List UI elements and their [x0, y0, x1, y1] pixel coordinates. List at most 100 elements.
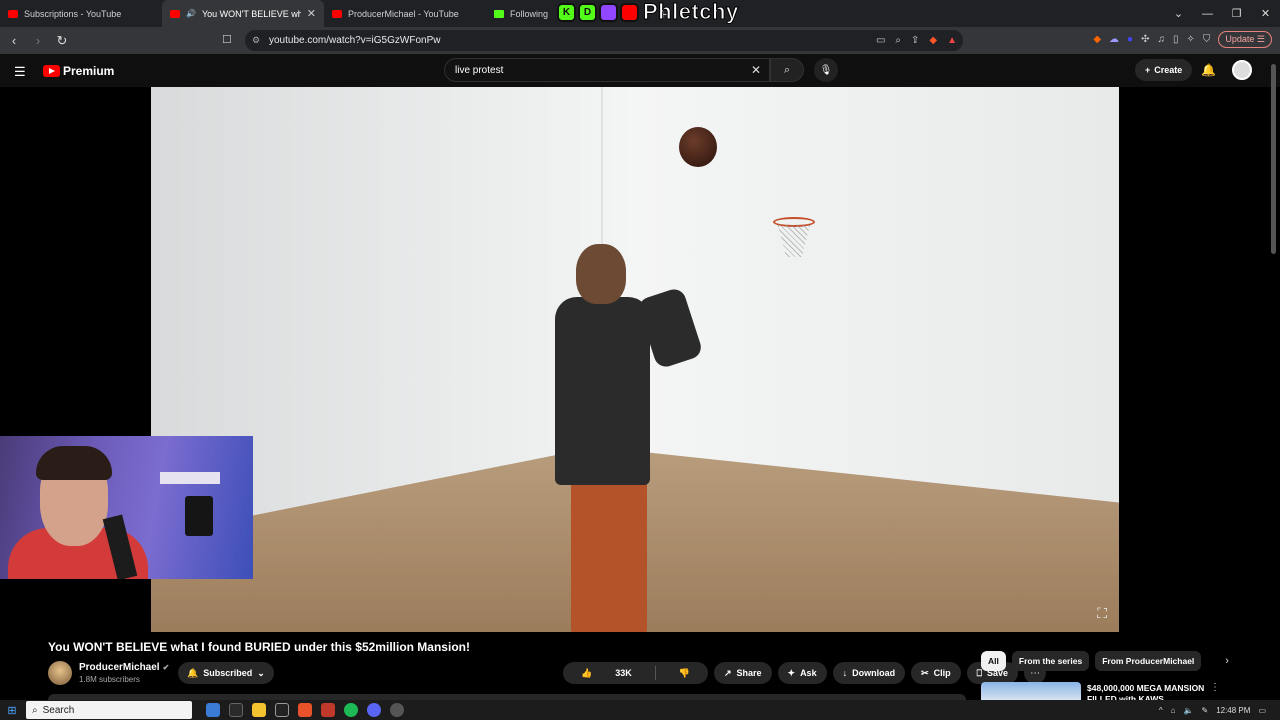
kick-icon [494, 9, 504, 18]
zoom-icon[interactable]: ⌕ [895, 35, 901, 46]
leo-ai-icon[interactable]: ✧ [1187, 34, 1195, 45]
spotify-icon[interactable] [344, 703, 358, 717]
recommendation-title[interactable]: $48,000,000 MEGA MANSION FILLED with KAW… [1087, 683, 1207, 700]
extensions-bar: ◆ ☁ ● ✣ ♫ ▯ ✧ ⛉ Update ☰ [1093, 31, 1272, 48]
browser-toolbar: ‹ › ↻ ☐ ⚙ youtube.com/watch?v=iG5GzWFonP… [0, 27, 1280, 54]
obs-icon[interactable] [321, 703, 335, 717]
page-scrollbar[interactable] [1271, 64, 1276, 254]
discord-icon[interactable] [367, 703, 381, 717]
webcam-speaker [185, 496, 213, 536]
file-explorer-icon[interactable] [252, 703, 266, 717]
scissors-icon: ✂ [921, 667, 929, 678]
channel-name-row[interactable]: ProducerMichael ✔ [79, 662, 169, 673]
clock-time[interactable]: 12:48 PM [1216, 706, 1250, 715]
person-head [576, 244, 626, 304]
video-player[interactable]: ⛶ [151, 87, 1119, 632]
brave-rewards-icon[interactable]: ▲ [947, 35, 957, 46]
search-value: live protest [455, 64, 504, 76]
volume-icon[interactable]: 🔈 [1184, 706, 1194, 715]
update-label: Update [1225, 34, 1255, 44]
copilot-icon[interactable] [206, 703, 220, 717]
tab-subscriptions[interactable]: Subscriptions - YouTube [0, 0, 162, 27]
bookmark-icon[interactable]: ☐ [222, 33, 232, 46]
youtube-icon [43, 65, 60, 77]
terminal-icon[interactable] [275, 703, 289, 717]
search-button[interactable]: ⌕ [770, 58, 804, 82]
share-button[interactable]: ↗ Share [713, 662, 772, 684]
cast-icon[interactable]: ▭ [876, 35, 885, 46]
taskbar-search[interactable]: ⌕ Search [26, 701, 192, 719]
youtube-header: ☰ Premium live protest ✕ ⌕ 🎙 + Create 🔔 [0, 54, 1280, 87]
brave-icon[interactable] [298, 703, 312, 717]
voice-search-button[interactable]: 🎙 [814, 58, 838, 82]
close-window-icon[interactable]: ✕ [1251, 7, 1280, 20]
update-button[interactable]: Update ☰ [1218, 31, 1272, 48]
clear-search-icon[interactable]: ✕ [751, 63, 761, 77]
tab-title: Subscriptions - YouTube [24, 8, 122, 19]
minimize-icon[interactable]: — [1193, 8, 1222, 20]
search-input[interactable]: live protest ✕ [444, 58, 770, 82]
ask-label: Ask [800, 668, 817, 678]
windows-start-icon[interactable]: ⊞ [0, 704, 24, 717]
address-bar[interactable]: ⚙ youtube.com/watch?v=iG5GzWFonPw ▭ ⌕ ⇪ … [245, 30, 963, 51]
chip-all[interactable]: All [981, 651, 1006, 671]
chip-from-channel[interactable]: From ProducerMichael [1095, 651, 1202, 671]
search-icon: ⌕ [32, 704, 38, 716]
chevron-down-icon[interactable]: ⌄ [1164, 7, 1193, 20]
close-tab-icon[interactable]: ✕ [307, 7, 316, 20]
account-avatar[interactable] [1232, 60, 1252, 80]
channel-avatar[interactable] [48, 661, 72, 685]
download-label: Download [852, 668, 896, 678]
chevron-right-icon[interactable]: › [1225, 655, 1229, 667]
subscribed-button[interactable]: 🔔 Subscribed ⌄ [178, 662, 274, 684]
notification-center-icon[interactable]: ▭ [1258, 706, 1266, 715]
media-icon[interactable]: ♫ [1157, 34, 1165, 45]
recommendation-menu-icon[interactable]: ⋮ [1210, 682, 1220, 693]
extension-circle-icon[interactable]: ● [1127, 34, 1133, 45]
reload-icon[interactable]: ↻ [52, 33, 72, 49]
clip-button[interactable]: ✂ Clip [911, 662, 961, 684]
tab-producermichael[interactable]: ProducerMichael - YouTube [324, 0, 486, 27]
taskbar-search-label: Search [42, 704, 75, 716]
create-button[interactable]: + Create [1135, 59, 1193, 81]
task-view-icon[interactable] [229, 703, 243, 717]
windows-taskbar: ⊞ ⌕ Search ^ ⌂ 🔈 ✎ 12:48 PM ▭ [0, 700, 1280, 720]
site-info-icon[interactable]: ⚙ [252, 35, 260, 46]
menu-icon[interactable]: ☰ [14, 64, 26, 80]
extension-cloud-icon[interactable]: ☁ [1109, 34, 1119, 45]
youtube-premium-logo[interactable]: Premium [43, 64, 114, 78]
restore-icon[interactable]: ❐ [1222, 7, 1251, 20]
recommendation-thumbnail[interactable] [981, 682, 1081, 700]
vpn-icon[interactable]: ⛉ [1203, 34, 1211, 45]
channel-name[interactable]: ProducerMichael [79, 662, 160, 673]
person-shirt [555, 297, 650, 485]
url-text: youtube.com/watch?v=iG5GzWFonPw [269, 35, 441, 46]
like-dislike-group: 👍 33K 👎 [563, 662, 708, 684]
mic-icon: 🎙 [819, 64, 833, 76]
extensions-puzzle-icon[interactable]: ✣ [1141, 34, 1149, 45]
chip-from-series[interactable]: From the series [1011, 651, 1090, 671]
app-icon[interactable] [390, 703, 404, 717]
like-count: 33K [615, 668, 632, 678]
ask-button[interactable]: ✦ Ask [777, 662, 827, 684]
brave-shield-icon[interactable]: ◆ [929, 35, 937, 46]
network-icon[interactable]: ⌂ [1171, 706, 1176, 715]
pen-icon[interactable]: ✎ [1201, 706, 1208, 715]
channel-watermark-icon[interactable]: ⛶ [1097, 605, 1107, 622]
share-page-icon[interactable]: ⇪ [911, 35, 919, 46]
download-button[interactable]: ↓ Download [832, 662, 906, 684]
omnibox-actions: ▭ ⌕ ⇪ ◆ ▲ [876, 35, 957, 46]
share-icon: ↗ [723, 667, 732, 678]
tab-current-video[interactable]: 🔊 You WON'T BELIEVE what I found BURIED … [162, 0, 324, 27]
sparkle-icon: ✦ [787, 667, 796, 678]
back-icon[interactable]: ‹ [4, 33, 24, 48]
like-button[interactable]: 👍 33K [563, 662, 650, 684]
tray-chevron-up-icon[interactable]: ^ [1159, 706, 1163, 715]
notifications-bell-icon[interactable]: 🔔 [1201, 63, 1216, 77]
speaker-icon: 🔊 [186, 9, 196, 18]
dislike-button[interactable]: 👎 [661, 662, 708, 684]
download-icon: ↓ [842, 668, 848, 678]
extension-fox-icon[interactable]: ◆ [1093, 34, 1101, 45]
forward-icon[interactable]: › [28, 33, 48, 48]
sidebar-icon[interactable]: ▯ [1173, 34, 1179, 45]
